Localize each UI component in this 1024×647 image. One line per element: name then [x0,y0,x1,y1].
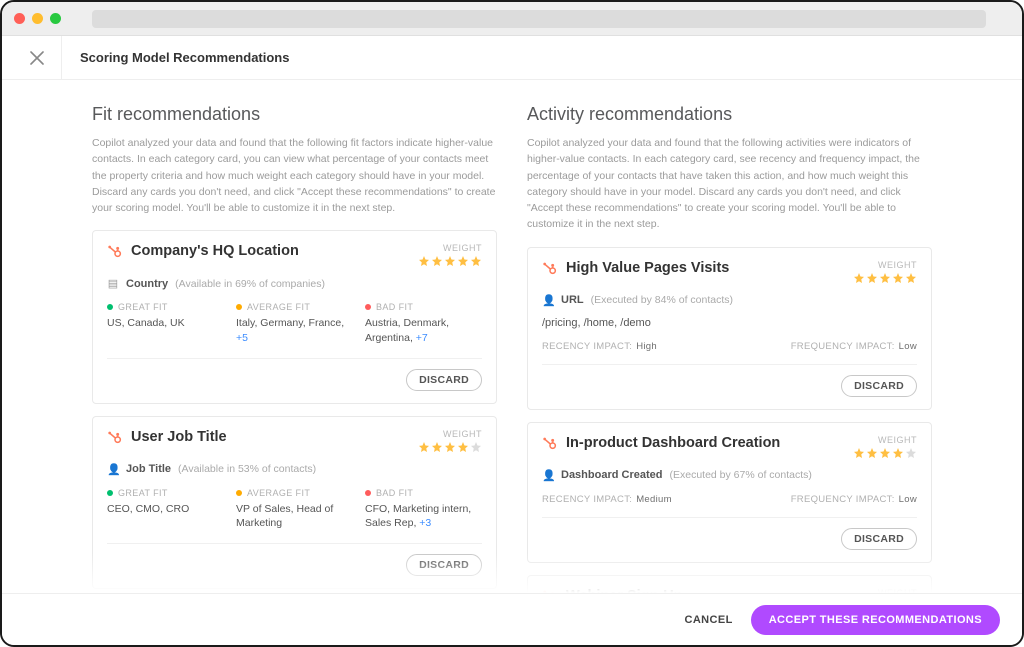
activity-card-title: In-product Dashboard Creation [566,435,780,451]
modal-footer: CANCEL ACCEPT THESE RECOMMENDATIONS [2,593,1022,645]
activity-card: High Value Pages Visits WEIGHT 👤 URL (Ex… [527,247,932,410]
average-fit-values: VP of Sales, Head of Marketing [236,503,333,530]
weight-label: WEIGHT [418,429,482,439]
fit-card: User Job Title WEIGHT 👤 Job Title (Avail… [92,416,497,589]
frequency-label: FREQUENCY IMPACT: [791,494,895,505]
availability-text: (Executed by 84% of contacts) [591,294,733,306]
bad-fit-values: Austria, Denmark, Argentina, [365,317,449,344]
property-icon: ▤ [107,277,119,290]
traffic-lights [14,13,61,24]
more-link[interactable]: +5 [236,332,248,344]
average-fit-values: Italy, Germany, France, [236,317,344,329]
fit-recommendations-column: Fit recommendations Copilot analyzed you… [92,104,497,593]
close-window-icon[interactable] [14,13,25,24]
activity-card: Webinar Sign-Up WEIGHT 👤 GoToWebinar Reg… [527,575,932,593]
frequency-label: FREQUENCY IMPACT: [791,341,895,352]
great-fit-label: GREAT FIT [118,302,168,312]
bad-fit-label: BAD FIT [376,302,413,312]
fit-intro: Copilot analyzed your data and found tha… [92,135,497,216]
discard-button[interactable]: DISCARD [841,528,917,550]
modal-title: Scoring Model Recommendations [62,50,289,65]
availability-text: (Executed by 67% of contacts) [669,469,811,481]
weight-stars [418,255,482,267]
weight-label: WEIGHT [418,243,482,253]
dot-red-icon [365,490,371,496]
minimize-window-icon[interactable] [32,13,43,24]
weight-label: WEIGHT [853,588,917,593]
hubspot-icon [542,435,558,451]
fit-card-title: User Job Title [131,429,227,445]
modal-body: Fit recommendations Copilot analyzed you… [2,80,1022,593]
activity-recommendations-column: Activity recommendations Copilot analyze… [527,104,932,593]
average-fit-label: AVERAGE FIT [247,488,310,498]
more-link[interactable]: +7 [416,332,428,344]
dot-green-icon [107,490,113,496]
weight-label: WEIGHT [853,260,917,270]
recency-value: Medium [636,494,672,505]
great-fit-label: GREAT FIT [118,488,168,498]
dot-red-icon [365,304,371,310]
recency-label: RECENCY IMPACT: [542,494,632,505]
activity-intro: Copilot analyzed your data and found tha… [527,135,932,233]
discard-button[interactable]: DISCARD [406,369,482,391]
activity-card: In-product Dashboard Creation WEIGHT 👤 D… [527,422,932,563]
availability-text: (Available in 69% of companies) [175,278,325,290]
discard-button[interactable]: DISCARD [841,375,917,397]
maximize-window-icon[interactable] [50,13,61,24]
cancel-button[interactable]: CANCEL [684,614,732,626]
hubspot-icon [107,429,123,445]
person-icon: 👤 [542,469,554,482]
dot-orange-icon [236,304,242,310]
frequency-value: Low [899,494,917,505]
availability-text: (Available in 53% of contacts) [178,463,316,475]
recency-label: RECENCY IMPACT: [542,341,632,352]
discard-button[interactable]: DISCARD [406,554,482,576]
address-bar[interactable] [92,10,986,28]
average-fit-label: AVERAGE FIT [247,302,310,312]
field-name: Dashboard Created [561,469,662,481]
hubspot-icon [107,243,123,259]
activity-heading: Activity recommendations [527,104,932,125]
weight-stars [853,272,917,284]
field-name: URL [561,294,584,306]
fit-card-title: Company's HQ Location [131,243,299,259]
url-list: /pricing, /home, /demo [542,317,917,329]
great-fit-values: CEO, CMO, CRO [107,502,224,517]
recency-value: High [636,341,657,352]
field-name: Country [126,278,168,290]
person-icon: 👤 [542,294,554,307]
close-icon [30,51,44,65]
field-name: Job Title [126,463,171,475]
hubspot-icon [542,588,558,593]
fit-heading: Fit recommendations [92,104,497,125]
weight-stars [418,441,482,453]
modal-header: Scoring Model Recommendations [2,36,1022,80]
person-icon: 👤 [107,463,119,476]
more-link[interactable]: +3 [419,517,431,529]
activity-card-title: High Value Pages Visits [566,260,729,276]
bad-fit-label: BAD FIT [376,488,413,498]
activity-card-title: Webinar Sign-Up [566,588,683,593]
frequency-value: Low [899,341,917,352]
hubspot-icon [542,260,558,276]
close-modal-button[interactable] [12,36,62,80]
fit-card: Company's HQ Location WEIGHT ▤ Country (… [92,230,497,403]
weight-stars [853,447,917,459]
accept-recommendations-button[interactable]: ACCEPT THESE RECOMMENDATIONS [751,605,1000,635]
window-chrome [2,2,1022,36]
dot-orange-icon [236,490,242,496]
great-fit-values: US, Canada, UK [107,316,224,331]
weight-label: WEIGHT [853,435,917,445]
dot-green-icon [107,304,113,310]
